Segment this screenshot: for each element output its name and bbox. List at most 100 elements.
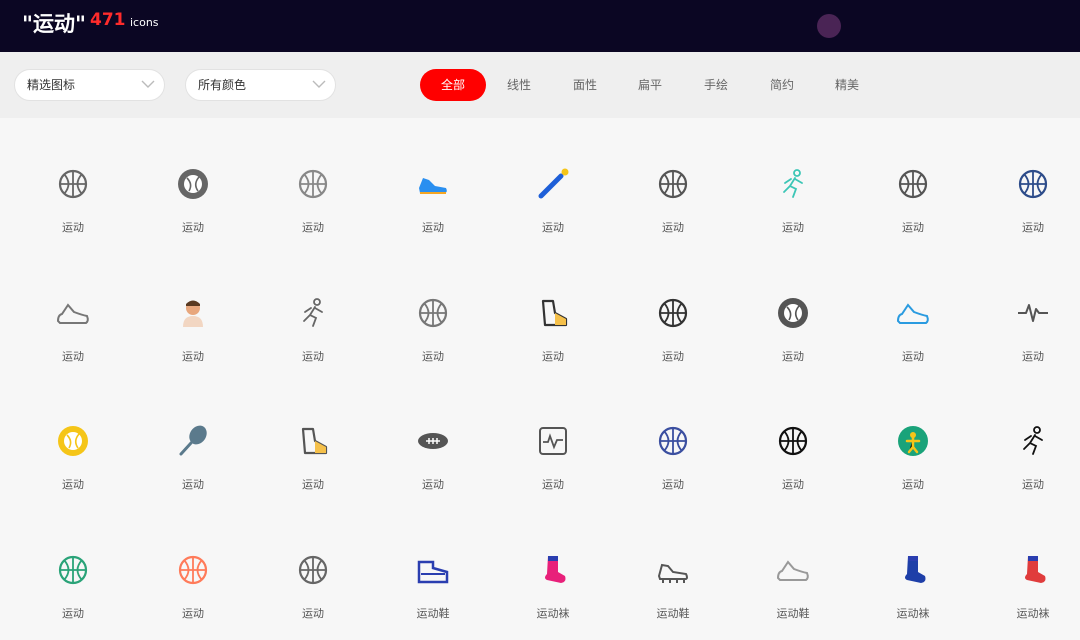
icon-label: 运动鞋 [416, 607, 450, 621]
icon-label: 运动 [662, 221, 684, 234]
icon-card[interactable]: 运动 [13, 118, 133, 234]
figure-green-icon [898, 426, 928, 457]
pulse-monitor-icon [539, 427, 567, 456]
icon-card[interactable]: 运动 [373, 247, 493, 363]
icon-card[interactable]: 运动 [133, 118, 253, 234]
icon-label: 运动 [1022, 478, 1044, 492]
chevron-down-icon [312, 80, 326, 88]
icon-label: 运动 [902, 221, 924, 234]
sock-red-icon [1025, 556, 1046, 584]
runner-black-icon [1023, 426, 1043, 456]
baseball-bat-icon [538, 168, 569, 199]
icon-label: 运动 [782, 349, 804, 363]
icon-label: 运动 [902, 478, 924, 492]
color-select-value: 所有颜色 [198, 78, 247, 92]
basketball-outline-icon [298, 169, 328, 199]
basketball-icon [58, 169, 88, 199]
boot-icon [541, 299, 568, 326]
sneaker-side-blue-icon [417, 560, 449, 584]
chevron-down-icon [141, 80, 155, 88]
icon-card[interactable]: 运动 [13, 247, 133, 363]
icon-card[interactable]: 运动 [853, 375, 973, 491]
tab-linear[interactable]: 线性 [486, 69, 552, 101]
icon-card[interactable]: 运动 [133, 504, 253, 620]
icon-label: 运动 [542, 221, 564, 234]
icon-card[interactable]: 运动 [973, 118, 1080, 234]
football-icon [418, 433, 448, 450]
icon-card[interactable]: 运动 [133, 247, 253, 363]
sneaker-light-icon [776, 560, 809, 582]
icon-label: 运动 [302, 349, 324, 363]
icon-card[interactable]: 运动 [493, 247, 613, 363]
basketball-thin-icon [418, 298, 448, 327]
baseball-blue-icon [1018, 169, 1048, 199]
basketball-orange-icon [178, 555, 208, 585]
icon-card[interactable]: 运动 [853, 247, 973, 363]
icon-card[interactable]: 运动 [373, 118, 493, 234]
search-title: "运动" [22, 12, 86, 36]
icon-label: 运动袜 [536, 607, 570, 621]
icon-card[interactable]: 运动 [253, 504, 373, 620]
icon-label: 运动 [62, 349, 84, 363]
basketball-gray-icon [298, 555, 328, 585]
icon-label: 运动 [302, 221, 324, 234]
result-unit: icons [130, 16, 159, 29]
icon-card[interactable]: 运动 [13, 504, 133, 620]
icon-card[interactable]: 运动 [13, 375, 133, 491]
baseball-green-icon [58, 555, 88, 585]
icon-label: 运动 [782, 478, 804, 492]
icon-card[interactable]: 运动袜 [973, 504, 1080, 620]
icon-card[interactable]: 运动 [133, 375, 253, 491]
icon-label: 运动 [662, 349, 684, 363]
result-count: 471 [90, 10, 126, 30]
icon-label: 运动 [902, 349, 924, 363]
icon-card[interactable]: 运动 [613, 375, 733, 491]
icon-card[interactable]: 运动 [613, 247, 733, 363]
tab-flat[interactable]: 扁平 [617, 69, 683, 101]
icon-label: 运动袜 [1016, 607, 1050, 621]
decor-dot [817, 14, 841, 38]
sock-pink-icon [545, 556, 566, 584]
icon-label: 运动 [422, 349, 444, 363]
shoe-outline-icon [56, 303, 89, 324]
icon-label: 运动 [182, 221, 204, 234]
icon-card[interactable]: 运动鞋 [373, 504, 493, 620]
icon-card[interactable]: 运动 [973, 375, 1080, 491]
icon-card[interactable]: 运动 [733, 375, 853, 491]
walker-icon [303, 297, 323, 327]
icon-label: 运动 [62, 607, 84, 621]
icon-card[interactable]: 运动 [373, 375, 493, 491]
icon-label: 运动 [782, 221, 804, 234]
icon-card[interactable]: 运动 [253, 118, 373, 234]
icon-card[interactable]: 运动 [733, 118, 853, 234]
color-select[interactable]: 所有颜色 [185, 69, 336, 101]
icon-label: 运动 [422, 221, 444, 234]
icon-label: 运动 [542, 349, 564, 363]
icon-card[interactable]: 运动 [493, 118, 613, 234]
basketball-icon [658, 169, 688, 199]
icon-label: 运动 [62, 221, 84, 234]
icon-card[interactable]: 运动 [493, 375, 613, 491]
icon-card[interactable]: 运动 [253, 247, 373, 363]
type-select[interactable]: 精选图标 [14, 69, 165, 101]
tab-all[interactable]: 全部 [420, 69, 486, 101]
tab-fine[interactable]: 精美 [814, 69, 880, 101]
baseball-filled-icon [178, 169, 208, 199]
icon-card[interactable]: 运动 [613, 118, 733, 234]
icon-label: 运动鞋 [776, 607, 810, 621]
tab-simple[interactable]: 简约 [749, 69, 815, 101]
tennis-ball-outline-icon [658, 298, 688, 327]
tab-filled[interactable]: 面性 [552, 69, 618, 101]
icon-card[interactable]: 运动 [253, 375, 373, 491]
icon-card[interactable]: 运动鞋 [613, 504, 733, 620]
tennis-ball-yellow-icon [58, 426, 88, 457]
icon-label: 运动 [62, 478, 84, 492]
tab-handdrawn[interactable]: 手绘 [683, 69, 749, 101]
icon-card[interactable]: 运动 [733, 247, 853, 363]
icon-card[interactable]: 运动袜 [493, 504, 613, 620]
icon-card[interactable]: 运动鞋 [733, 504, 853, 620]
icon-card[interactable]: 运动袜 [853, 504, 973, 620]
icon-card[interactable]: 运动 [853, 118, 973, 234]
icon-card[interactable]: 运动 [973, 247, 1080, 363]
icon-label: 运动鞋 [656, 607, 690, 621]
